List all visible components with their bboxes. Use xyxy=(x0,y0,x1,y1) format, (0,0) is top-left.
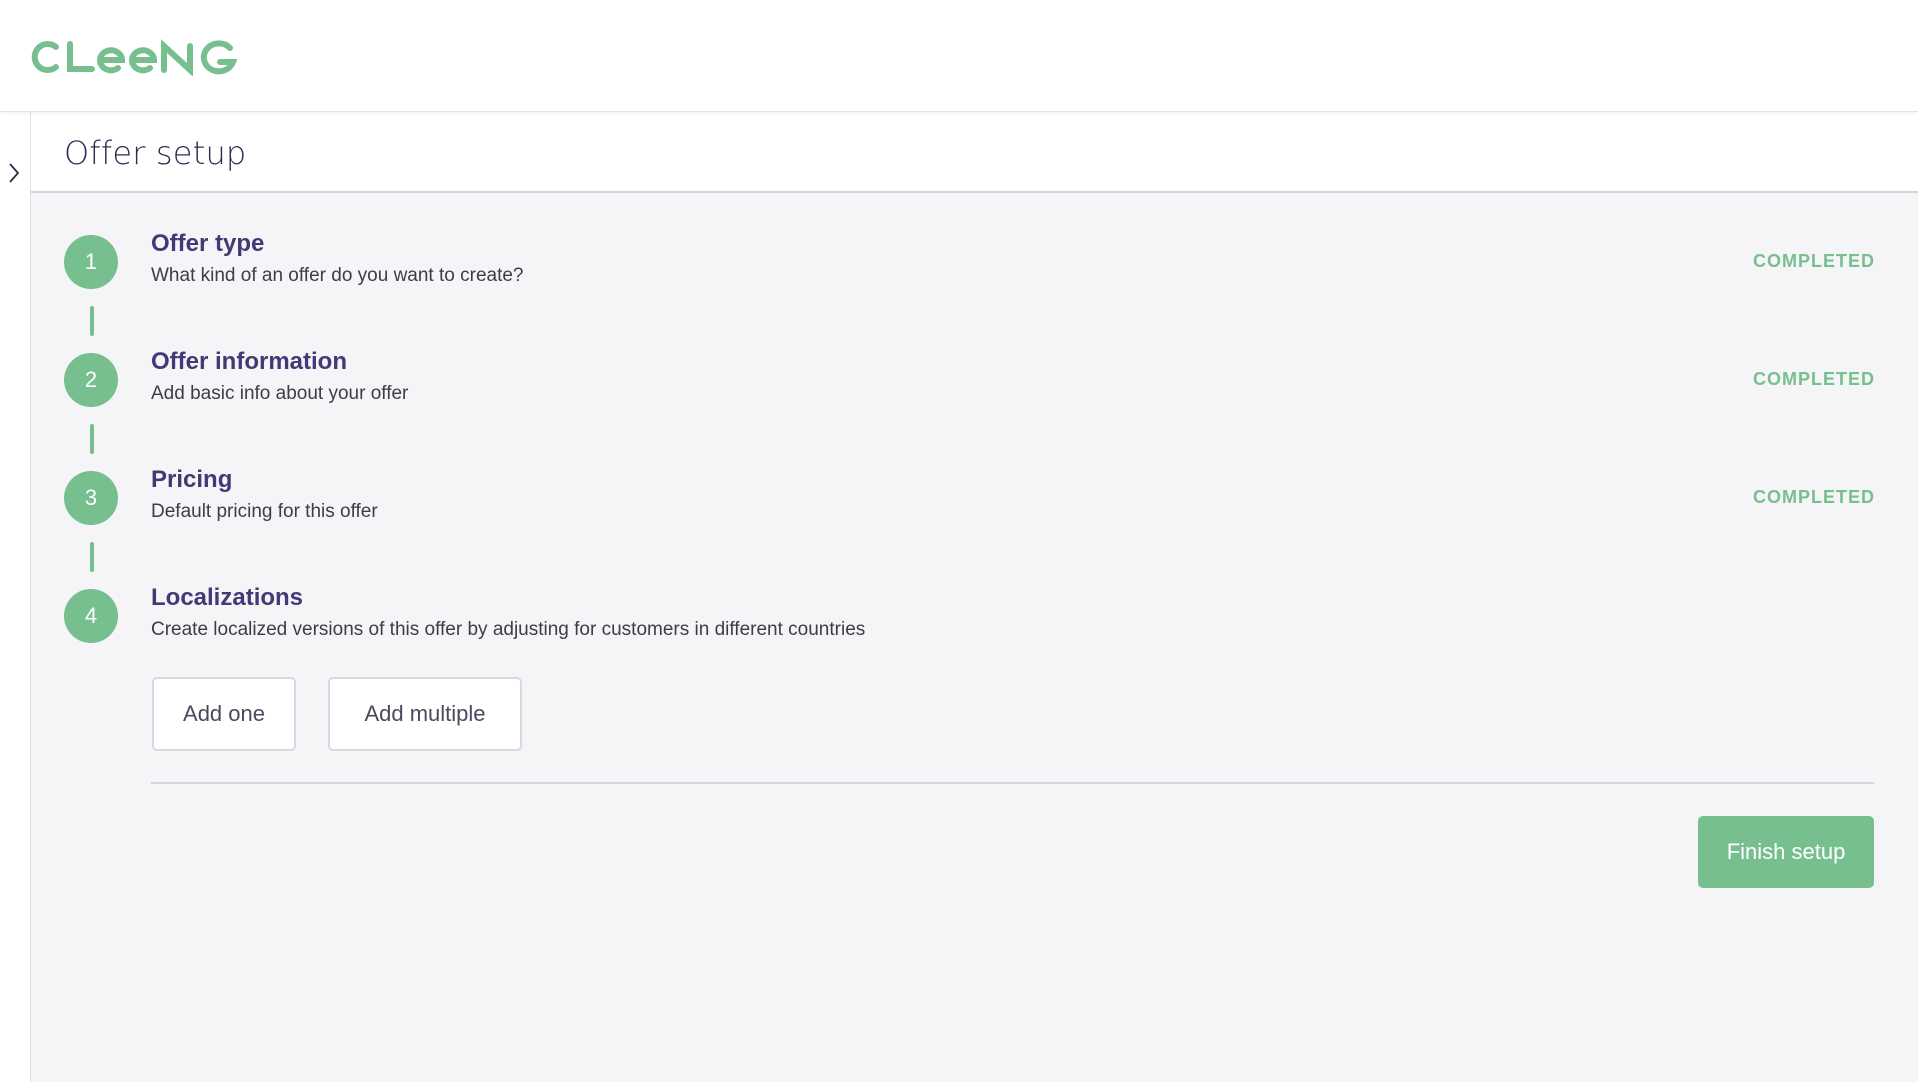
page-title: Offer setup xyxy=(64,134,247,172)
cleeng-logo-icon xyxy=(31,39,238,76)
step-pricing[interactable]: 3 Pricing Default pricing for this offer… xyxy=(31,466,1918,531)
sidebar-collapsed xyxy=(0,112,31,1082)
step-number-badge: 2 xyxy=(64,353,118,407)
offer-setup-steps: 1 Offer type What kind of an offer do yo… xyxy=(31,193,1918,1082)
step-offer-information[interactable]: 2 Offer information Add basic info about… xyxy=(31,348,1918,413)
top-bar xyxy=(0,0,1918,112)
divider xyxy=(151,782,1874,784)
step-offer-type[interactable]: 1 Offer type What kind of an offer do yo… xyxy=(31,230,1918,295)
finish-setup-button[interactable]: Finish setup xyxy=(1698,816,1874,888)
step-number-badge: 4 xyxy=(64,589,118,643)
add-one-button[interactable]: Add one xyxy=(152,677,296,751)
sidebar-toggle[interactable] xyxy=(2,158,26,188)
add-multiple-button[interactable]: Add multiple xyxy=(328,677,522,751)
step-connector xyxy=(90,424,94,454)
step-description: Default pricing for this offer xyxy=(151,501,378,522)
chevron-right-icon xyxy=(9,163,20,183)
step-title: Localizations xyxy=(151,584,304,611)
step-title: Offer information xyxy=(151,348,347,375)
step-description: Add basic info about your offer xyxy=(151,383,409,404)
step-title: Pricing xyxy=(151,466,233,493)
step-status-badge: COMPLETED xyxy=(1752,487,1875,507)
step-connector xyxy=(90,542,94,572)
page-header: Offer setup xyxy=(31,112,1918,193)
step-number-badge: 1 xyxy=(64,235,118,289)
step-description: Create localized versions of this offer … xyxy=(151,619,866,640)
step-description: What kind of an offer do you want to cre… xyxy=(151,265,524,286)
step-number-badge: 3 xyxy=(64,471,118,525)
cleeng-logo[interactable] xyxy=(30,36,242,76)
step-status-badge: COMPLETED xyxy=(1752,369,1875,389)
step-connector xyxy=(90,306,94,336)
step-status-badge: COMPLETED xyxy=(1752,251,1875,271)
step-title: Offer type xyxy=(151,230,265,257)
step-localizations: 4 Localizations Create localized version… xyxy=(31,584,1918,649)
